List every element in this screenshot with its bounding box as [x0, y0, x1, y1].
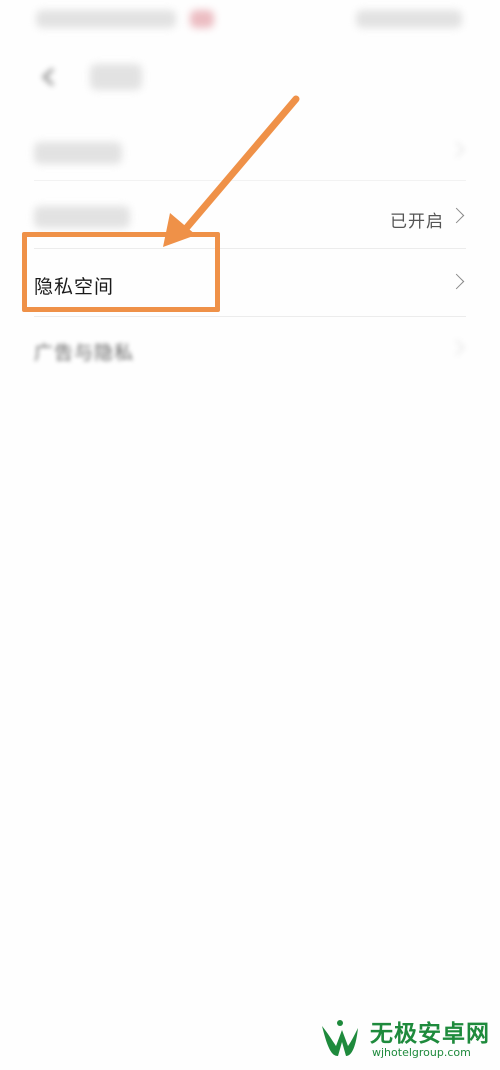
status-right-blurred — [356, 10, 462, 28]
chevron-right-icon — [448, 141, 465, 158]
row-label-ads-privacy: 广告与隐私 — [34, 342, 135, 364]
watermark-title: 无极安卓网 — [370, 1021, 490, 1047]
chevron-right-icon — [448, 339, 465, 356]
settings-row-ads-privacy[interactable]: 广告与隐私 — [0, 316, 500, 382]
back-arrow-icon[interactable] — [38, 66, 60, 88]
watermark-url: wjhotelgroup.com — [372, 1046, 471, 1059]
settings-screen: 已开启 隐私空间 广告与隐私 无极安卓网 wjhotelgroup.com — [0, 0, 500, 1070]
row-2-label-blurred — [34, 206, 130, 228]
chevron-right-icon — [448, 207, 465, 224]
status-bar — [0, 0, 500, 40]
status-left-blurred — [36, 10, 176, 28]
page-title-blurred — [90, 64, 142, 90]
row-1-label-blurred — [34, 142, 122, 164]
w-logo-icon — [322, 1020, 358, 1056]
highlight-box-annotation — [22, 232, 220, 312]
watermark: 无极安卓网 wjhotelgroup.com — [318, 1012, 498, 1064]
chevron-right-icon — [448, 273, 465, 290]
row-2-value: 已开启 — [390, 212, 444, 232]
status-notification-dot — [190, 10, 214, 28]
settings-row-1[interactable] — [0, 118, 500, 184]
divider — [34, 180, 466, 181]
header — [0, 52, 500, 104]
